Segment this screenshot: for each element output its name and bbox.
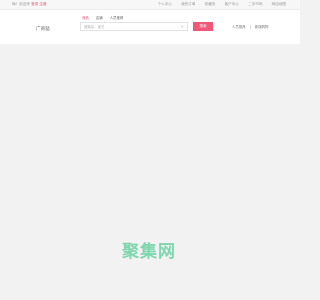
top-link-sitemap[interactable]: 网站地图	[272, 2, 286, 6]
top-link-customer-center[interactable]: 客户中心	[225, 2, 239, 6]
top-link-my-orders[interactable]: 我的订单	[181, 2, 195, 6]
tab-shops[interactable]: 店铺	[96, 16, 103, 20]
watermark-logo: 聚集网	[122, 242, 176, 262]
search-box: ×	[80, 22, 188, 31]
top-bar: 嗨！欢迎来 登录 注册 个人中心 我的订单 收藏夹 客户中心 二手市场 网站地图	[0, 0, 300, 10]
login-link[interactable]: 登录	[31, 2, 38, 6]
hot-link-recommend[interactable]: 人员推荐	[232, 25, 246, 29]
tab-recommend[interactable]: 人员推荐	[110, 16, 124, 20]
search-tabs: 商品 店铺 人员推荐	[82, 15, 129, 20]
search-input[interactable]	[84, 24, 174, 30]
top-link-secondhand[interactable]: 二手市场	[248, 2, 262, 6]
top-links: 个人中心 我的订单 收藏夹 客户中心 二手市场 网站地图	[150, 2, 286, 7]
hot-separator: |	[249, 25, 251, 29]
hot-search-links: 人员推荐 | 新旗购物	[232, 24, 271, 29]
welcome-area: 嗨！欢迎来 登录 注册	[12, 2, 47, 7]
welcome-text: 嗨！欢迎来	[12, 2, 30, 6]
site-logo[interactable]: 广商猛	[36, 26, 50, 32]
register-link[interactable]: 注册	[39, 2, 46, 6]
hot-link-shopping[interactable]: 新旗购物	[255, 25, 269, 29]
top-link-personal-center[interactable]: 个人中心	[158, 2, 172, 6]
top-link-favorites[interactable]: 收藏夹	[205, 2, 216, 6]
search-button[interactable]: 搜索	[193, 22, 213, 31]
clear-icon[interactable]: ×	[181, 24, 184, 29]
tab-goods[interactable]: 商品	[82, 16, 89, 20]
header: 广商猛 商品 店铺 人员推荐 × 搜索 人员推荐 | 新旗购物	[0, 10, 300, 44]
